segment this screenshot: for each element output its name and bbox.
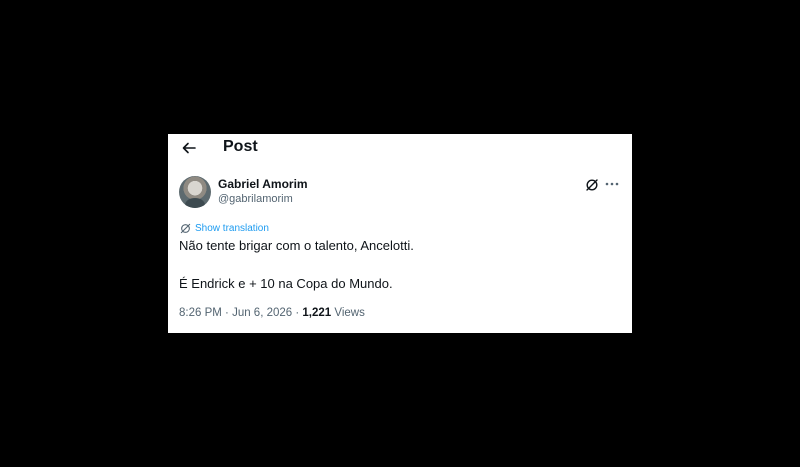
globe-icon [180, 223, 191, 233]
post-time[interactable]: 8:26 PM [179, 307, 222, 319]
meta-separator: · [292, 307, 303, 319]
post-text-line: É Endrick e + 10 na Copa do Mundo. [179, 276, 393, 291]
grok-icon [586, 179, 598, 191]
avatar[interactable] [179, 176, 211, 208]
back-button[interactable] [178, 137, 200, 159]
arrow-left-icon [182, 142, 196, 154]
author-name[interactable]: Gabriel Amorim [218, 177, 308, 191]
meta-separator: · [221, 307, 233, 319]
post-meta: 8:26 PM · Jun 6, 2026 · 1,221 Views [179, 306, 365, 320]
grok-button[interactable] [585, 178, 599, 192]
more-button[interactable] [604, 176, 620, 192]
post-date[interactable]: Jun 6, 2026 [232, 307, 292, 319]
show-translation-link[interactable]: Show translation [180, 221, 269, 235]
show-translation-label: Show translation [195, 222, 269, 234]
more-horizontal-icon [605, 182, 619, 186]
views-label: Views [331, 307, 365, 319]
author-handle[interactable]: @gabrilamorim [218, 193, 293, 206]
post-card: Post Gabriel Amorim @gabrilamorim Show t… [168, 134, 632, 333]
post-text-line: Não tente brigar com o talento, Ancelott… [179, 238, 414, 253]
views-count: 1,221 [302, 307, 332, 319]
page-title: Post [223, 138, 258, 155]
post-header: Post [168, 134, 632, 160]
